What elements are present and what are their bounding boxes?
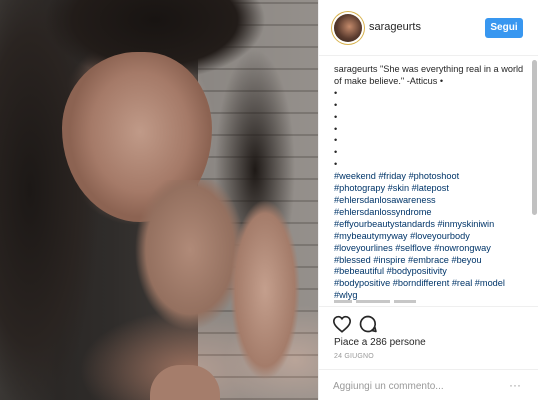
post-header: sarageurts Segui	[319, 0, 538, 56]
hashtag-line[interactable]: #ehlersdanlossyndrome	[334, 207, 524, 219]
caption-scrollbar[interactable]	[532, 60, 537, 306]
follow-button[interactable]: Segui	[485, 18, 523, 38]
post-date[interactable]: 24 GIUGNO	[334, 353, 374, 360]
caption-dot: •	[334, 99, 338, 110]
hashtag-line[interactable]: #mybeautymyway #loveyourbody	[334, 231, 524, 243]
caption-hashtags: #weekend #friday #photoshoot #photograpy …	[334, 171, 524, 302]
caption-cutoff	[334, 298, 524, 306]
cut-text-remnant	[334, 300, 416, 303]
hashtag-line[interactable]: #bebeautiful #bodypositivity	[334, 266, 524, 278]
hashtag-line[interactable]: #weekend #friday #photoshoot	[334, 171, 524, 183]
comment-input[interactable]	[333, 378, 498, 394]
hashtag-line[interactable]: #photograpy #skin #latepost	[334, 183, 524, 195]
post-photo[interactable]	[0, 0, 318, 400]
caption-dot: •	[334, 135, 338, 146]
username-link[interactable]: sarageurts	[369, 21, 421, 33]
post-actions: Piace a 286 persone 24 GIUGNO ···	[319, 306, 538, 400]
hashtag-line[interactable]: #bodypositive #borndifferent #real #mode…	[334, 278, 524, 290]
caption-dot: •	[334, 147, 338, 158]
comment-icon[interactable]	[357, 313, 379, 335]
avatar[interactable]	[334, 14, 362, 42]
caption-dots: • • • • • • •	[334, 88, 524, 171]
more-options-icon[interactable]: ···	[505, 376, 525, 394]
hashtag-line[interactable]: #effyourbeautystandards #inmyskiniwin	[334, 219, 524, 231]
scrollbar-thumb[interactable]	[532, 60, 537, 215]
photo-hand	[225, 200, 305, 400]
hashtag-line[interactable]: #loveyourlines #selflove #nowrongway	[334, 243, 524, 255]
hashtag-line[interactable]: #ehlersdanlosawareness	[334, 195, 524, 207]
comment-bar: ···	[319, 369, 538, 401]
post-side-panel: sarageurts Segui sarageurts "She was eve…	[318, 0, 538, 400]
caption-dot: •	[334, 123, 338, 134]
caption-username[interactable]: sarageurts	[334, 64, 377, 74]
caption: sarageurts "She was everything real in a…	[334, 64, 524, 304]
hashtag-line[interactable]: #blessed #inspire #embrace #beyou	[334, 255, 524, 267]
likes-count[interactable]: Piace a 286 persone	[334, 337, 426, 348]
caption-dot: •	[334, 111, 338, 122]
caption-dot: •	[334, 159, 338, 170]
caption-dot: •	[334, 87, 338, 98]
heart-icon[interactable]	[331, 313, 353, 335]
